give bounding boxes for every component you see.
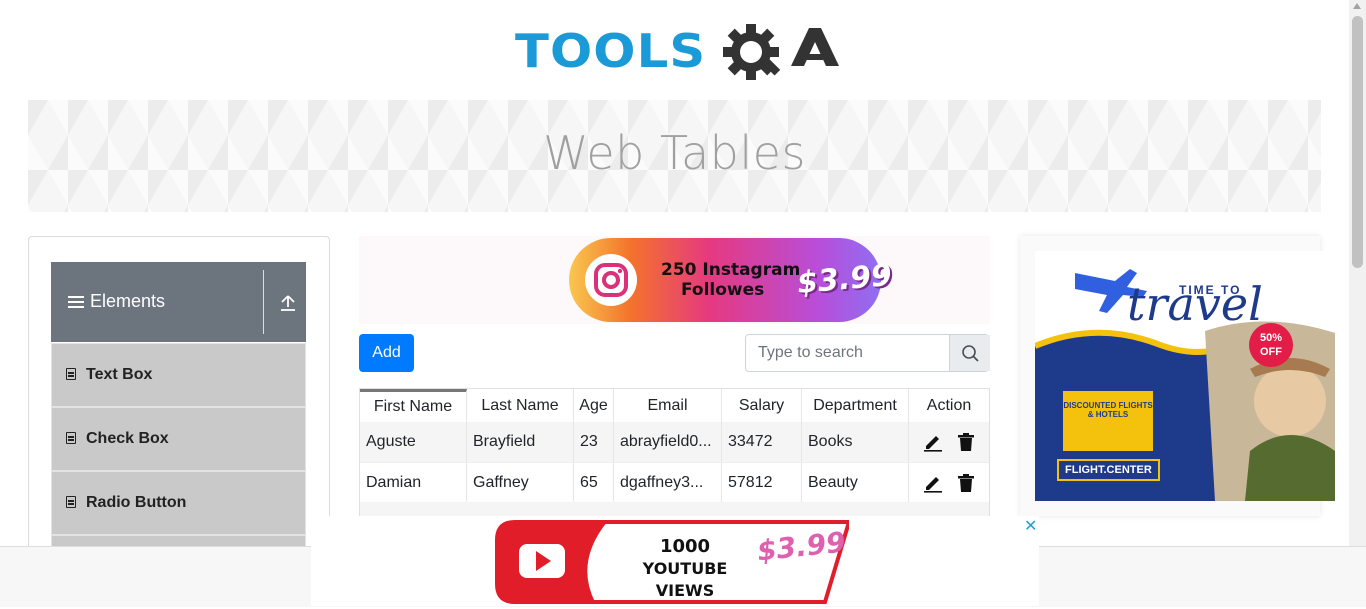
search-input[interactable] — [746, 335, 949, 371]
header-age[interactable]: Age — [574, 389, 614, 422]
cell-email: abrayfield0... — [614, 422, 722, 462]
cell-first-name: Aguste — [360, 422, 467, 462]
header-first-name[interactable]: First Name — [360, 389, 467, 422]
youtube-ad[interactable]: 1000 YOUTUBE VIEWS $3.99 — [495, 518, 852, 604]
search-button[interactable] — [949, 335, 990, 371]
gear-search-icon — [723, 24, 839, 80]
cell-last-name: Brayfield — [467, 422, 574, 462]
logo-text: TOOLS — [515, 24, 707, 78]
sidebar-item-check-box[interactable]: Check Box — [51, 407, 306, 471]
cell-salary: 57812 — [722, 463, 802, 503]
instagram-ad-text: 250 Instagram Followes — [661, 260, 800, 300]
document-icon — [66, 368, 76, 380]
cell-email: dgaffney3... — [614, 463, 722, 503]
sidebar-item-radio-button[interactable]: Radio Button — [51, 471, 306, 535]
sidebar-item-text-box[interactable]: Text Box — [51, 343, 306, 407]
table-header: First Name Last Name Age Email Salary De… — [360, 389, 989, 423]
travel-ad[interactable]: TIME TO travel 50% OFF DISCOUNTED FLIGHT… — [1035, 251, 1335, 501]
page-title: Web Tables — [543, 126, 806, 180]
edit-pencil-icon[interactable] — [923, 432, 943, 452]
web-table: First Name Last Name Age Email Salary De… — [359, 388, 990, 518]
collapse-upload-icon[interactable] — [280, 294, 296, 312]
elements-group-header[interactable]: Elements — [51, 262, 306, 342]
travel-ad-travel: travel — [1127, 277, 1263, 331]
sidebar-item-label: Check Box — [86, 430, 169, 447]
header-salary[interactable]: Salary — [722, 389, 802, 422]
cell-first-name: Damian — [360, 463, 467, 503]
cell-department: Beauty — [802, 463, 909, 503]
cell-last-name: Gaffney — [467, 463, 574, 503]
table-row: Aguste Brayfield 23 abrayfield0... 33472… — [360, 422, 989, 462]
sidebar-item-label: Text Box — [86, 366, 153, 383]
cell-salary: 33472 — [722, 422, 802, 462]
youtube-ad-text: 1000 YOUTUBE VIEWS — [625, 536, 745, 602]
search-icon — [962, 345, 979, 362]
search-box — [745, 334, 990, 372]
document-icon — [66, 496, 76, 508]
delete-trash-icon[interactable] — [957, 473, 975, 493]
sidebar-item-label: Radio Button — [86, 494, 187, 511]
document-icon — [66, 432, 76, 444]
delete-trash-icon[interactable] — [957, 432, 975, 452]
page-scrollbar[interactable] — [1349, 0, 1366, 546]
cell-actions — [909, 422, 989, 462]
instagram-icon — [585, 254, 637, 306]
instagram-ad[interactable]: 250 Instagram Followes $3.99 — [569, 238, 893, 322]
header-email[interactable]: Email — [614, 389, 722, 422]
scroll-up-arrow-icon[interactable] — [1353, 3, 1361, 9]
side-nav: Elements Text Box Check Box Radio Button — [28, 236, 330, 599]
youtube-ad-line2: YOUTUBE VIEWS — [642, 559, 728, 600]
cell-department: Books — [802, 422, 909, 462]
cell-age: 65 — [574, 463, 614, 503]
page-banner: Web Tables — [28, 100, 1321, 212]
table-row: Damian Gaffney 65 dgaffney3... 57812 Bea… — [360, 462, 989, 503]
scrollbar-thumb[interactable] — [1352, 16, 1363, 268]
close-ad-icon[interactable]: ✕ — [1024, 516, 1037, 536]
menu-icon — [68, 296, 84, 311]
travel-ad-discount: 50% OFF — [1249, 323, 1293, 367]
group-label: Elements — [90, 291, 166, 311]
toolsqa-logo[interactable]: TOOLS — [515, 18, 839, 90]
cell-age: 23 — [574, 422, 614, 462]
add-button[interactable]: Add — [359, 334, 414, 372]
header-action[interactable]: Action — [909, 389, 989, 422]
edit-pencil-icon[interactable] — [923, 473, 943, 493]
header-department[interactable]: Department — [802, 389, 909, 422]
header-last-name[interactable]: Last Name — [467, 389, 574, 422]
youtube-ad-line1: 1000 — [659, 536, 711, 557]
instagram-ad-line1: 250 Instagram — [661, 260, 801, 280]
instagram-ad-line2: Followes — [681, 280, 765, 300]
cell-actions — [909, 463, 989, 503]
travel-ad-badge: DISCOUNTED FLIGHTS & HOTELS — [1063, 401, 1153, 419]
header-divider — [263, 270, 264, 334]
travel-ad-brand: FLIGHT.CENTER — [1057, 459, 1160, 481]
